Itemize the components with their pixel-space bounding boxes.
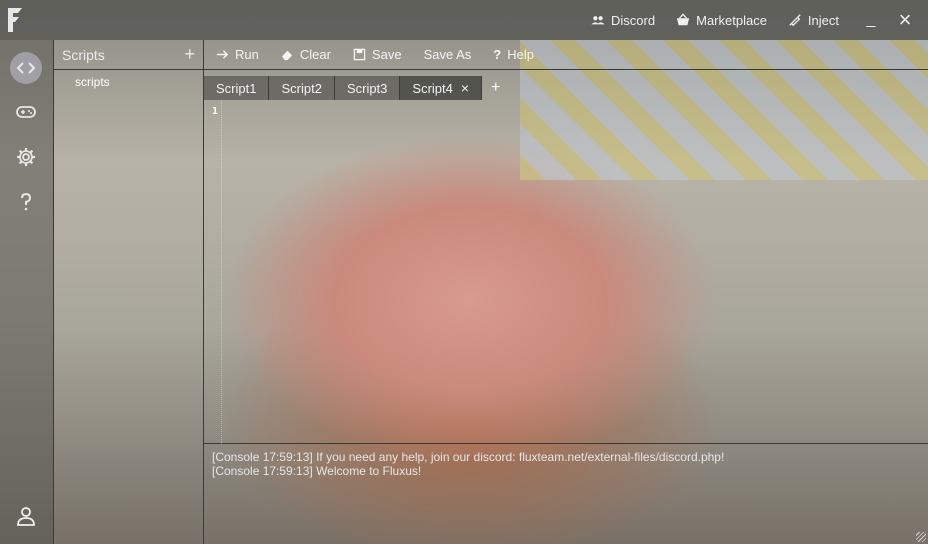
question-icon	[21, 192, 32, 211]
sidebar-item-editor[interactable]	[10, 52, 42, 84]
sidebar	[0, 40, 54, 544]
line-gutter: 1	[204, 100, 222, 444]
tab-label: Script1	[216, 80, 257, 96]
close-tab-icon[interactable]: ×	[461, 80, 469, 96]
save-as-button[interactable]: Save As	[424, 47, 472, 62]
tab-label: Script2	[281, 80, 322, 96]
user-icon	[17, 507, 35, 526]
run-button[interactable]: Run	[216, 47, 259, 62]
console-line: [Console 17:59:13] Welcome to Fluxus!	[212, 464, 422, 478]
eraser-icon	[281, 50, 293, 61]
tab-label: Script4	[412, 80, 453, 96]
tab-script4[interactable]: Script4 ×	[400, 76, 483, 100]
title-bar[interactable]: Discord Marketplace Inject _ ×	[0, 0, 928, 40]
code-icon	[16, 62, 36, 74]
script-tabs: Script1 Script2 Script3 Script4 × +	[204, 76, 509, 100]
console-output: [Console 17:59:13] If you need any help,…	[212, 450, 912, 478]
sidebar-item-account[interactable]	[10, 500, 42, 532]
save-as-label: Save As	[423, 47, 472, 62]
marketplace-label: Marketplace	[696, 12, 767, 28]
syringe-icon	[789, 14, 801, 27]
editor-toolbar: Run Clear Save Save As ? Help	[204, 40, 928, 70]
fluxus-logo-icon	[8, 8, 22, 32]
arrow-right-icon	[216, 50, 229, 59]
users-icon	[591, 16, 605, 25]
help-button[interactable]: ? Help	[493, 47, 534, 62]
console-line: [Console 17:59:13] If you need any help,…	[212, 450, 725, 464]
run-label: Run	[235, 47, 259, 62]
code-editor[interactable]: 1	[204, 100, 928, 444]
save-label: Save	[371, 47, 402, 62]
tab-label: Script3	[346, 80, 388, 96]
clear-label: Clear	[299, 47, 331, 62]
help-label: Help	[507, 47, 534, 62]
title-actions: Discord Marketplace Inject _ ×	[591, 0, 928, 40]
scripts-folder-item[interactable]: scripts	[54, 70, 203, 89]
basket-icon	[676, 13, 690, 26]
scripts-title: Scripts	[62, 46, 105, 63]
tab-script1[interactable]: Script1	[204, 76, 270, 100]
clear-button[interactable]: Clear	[281, 47, 331, 62]
resize-grip[interactable]	[916, 532, 926, 542]
line-number: 1	[212, 106, 219, 117]
inject-label: Inject	[807, 12, 839, 28]
minimize-button[interactable]: _	[860, 11, 882, 29]
inject-button[interactable]: Inject	[788, 13, 839, 28]
close-window-button[interactable]: ×	[894, 7, 916, 33]
discord-label: Discord	[611, 12, 656, 28]
discord-button[interactable]: Discord	[591, 13, 655, 28]
sidebar-item-games[interactable]	[10, 96, 42, 128]
help-question-icon: ?	[493, 47, 502, 62]
sidebar-item-help[interactable]	[10, 186, 42, 218]
save-button[interactable]: Save	[353, 47, 402, 62]
tab-script2[interactable]: Script2	[269, 76, 335, 100]
save-icon	[353, 48, 366, 61]
gear-icon	[17, 148, 35, 166]
sidebar-item-settings[interactable]	[10, 141, 42, 173]
tab-script3[interactable]: Script3	[334, 76, 401, 100]
add-script-button[interactable]: +	[184, 44, 195, 65]
gamepad-icon	[16, 106, 36, 118]
marketplace-button[interactable]: Marketplace	[676, 13, 767, 28]
scripts-panel: Scripts + scripts	[54, 40, 204, 544]
scripts-header: Scripts +	[54, 40, 203, 70]
add-tab-button[interactable]: +	[482, 76, 509, 100]
